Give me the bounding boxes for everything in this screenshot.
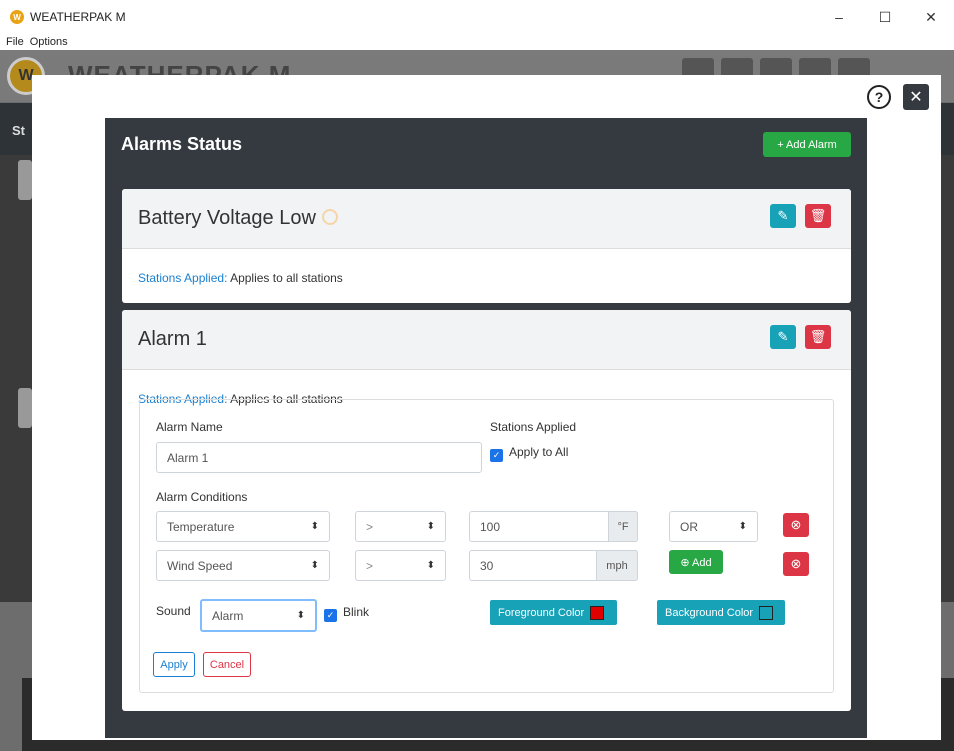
- condition-operator-select[interactable]: >: [355, 511, 446, 542]
- stations-applied-heading: Stations Applied: [490, 420, 577, 434]
- close-window-button[interactable]: ✕: [908, 0, 954, 34]
- close-modal-button[interactable]: ✕: [903, 84, 929, 110]
- alarm-name-label: Alarm Name: [156, 420, 223, 434]
- alarm-name: Battery Voltage Low: [138, 207, 338, 230]
- pencil-icon: ✎: [777, 208, 789, 223]
- minimize-button[interactable]: –: [816, 0, 862, 34]
- checkbox-checked-icon: ✓: [490, 449, 503, 462]
- alarm-card-header: Alarm 1 ✎ 🗑: [122, 310, 851, 370]
- app-logo-icon: W: [10, 10, 24, 24]
- add-condition-button[interactable]: ⊕ Add: [669, 550, 723, 574]
- maximize-button[interactable]: ☐: [862, 0, 908, 34]
- help-button[interactable]: ?: [867, 85, 891, 109]
- apply-to-all-checkbox[interactable]: ✓ Apply to All: [490, 445, 568, 462]
- menu-bar: File Options: [0, 34, 954, 50]
- foreground-color-swatch: [590, 605, 605, 620]
- menu-options[interactable]: Options: [30, 36, 68, 48]
- alarm-clock-icon: [321, 209, 338, 225]
- unit-addon: °F: [608, 511, 638, 542]
- alarm-conditions-label: Alarm Conditions: [156, 490, 248, 504]
- trash-icon: 🗑: [809, 329, 827, 344]
- condition-operator-select[interactable]: >: [355, 550, 446, 581]
- panel-title: Alarms Status: [121, 134, 243, 154]
- circle-x-icon: ⊗: [790, 517, 802, 532]
- apply-button[interactable]: Apply: [153, 652, 195, 677]
- add-alarm-button[interactable]: + Add Alarm: [763, 132, 851, 157]
- cancel-button[interactable]: Cancel: [203, 652, 251, 677]
- condition-value-input[interactable]: 100 °F: [469, 511, 638, 542]
- edit-alarm-button[interactable]: ✎: [770, 325, 796, 349]
- trash-icon: 🗑: [809, 208, 827, 223]
- remove-condition-button[interactable]: ⊗: [783, 513, 809, 537]
- pencil-icon: ✎: [777, 329, 789, 344]
- foreground-color-button[interactable]: Foreground Color: [490, 600, 617, 625]
- alarm-name-input[interactable]: Alarm 1: [156, 442, 482, 473]
- alarm-card: Alarm 1 ✎ 🗑 Stations Applied: Applies to…: [122, 310, 851, 711]
- stations-applied-value: Applies to all stations: [230, 271, 343, 285]
- background-color-swatch: [759, 605, 774, 620]
- edit-alarm-button[interactable]: ✎: [770, 204, 796, 228]
- checkbox-checked-icon: ✓: [324, 609, 337, 622]
- app-side-button: [18, 388, 32, 428]
- alarm-card-body: Stations Applied: Applies to all station…: [122, 249, 851, 285]
- background-color-button[interactable]: Background Color: [657, 600, 785, 625]
- unit-addon: mph: [596, 550, 638, 581]
- alarm-card-header: Battery Voltage Low ✎ 🗑: [122, 189, 851, 249]
- app-side-button: [18, 160, 32, 200]
- alarm-edit-form: Alarm Name Alarm 1 Stations Applied ✓ App…: [139, 399, 834, 693]
- condition-logic-select[interactable]: OR: [669, 511, 758, 542]
- nav-label: St: [12, 123, 25, 138]
- window-title: WEATHERPAK M: [30, 10, 126, 24]
- sound-select[interactable]: Alarm: [200, 599, 317, 632]
- blink-checkbox[interactable]: ✓ Blink: [324, 605, 369, 622]
- remove-condition-button[interactable]: ⊗: [783, 552, 809, 576]
- condition-field-select[interactable]: Temperature: [156, 511, 330, 542]
- circle-x-icon: ⊗: [790, 556, 802, 571]
- delete-alarm-button[interactable]: 🗑: [805, 204, 831, 228]
- condition-value-input[interactable]: 30 mph: [469, 550, 638, 581]
- alarm-name: Alarm 1: [138, 328, 207, 350]
- title-bar: W WEATHERPAK M – ☐ ✕: [0, 0, 954, 34]
- alarms-status-panel: Alarms Status + Add Alarm Battery Voltag…: [105, 118, 867, 738]
- sound-label: Sound: [156, 604, 191, 618]
- condition-field-select[interactable]: Wind Speed: [156, 550, 330, 581]
- alarm-card: Battery Voltage Low ✎ 🗑 Stations Applied…: [122, 189, 851, 303]
- stations-applied-label: Stations Applied:: [138, 271, 228, 285]
- delete-alarm-button[interactable]: 🗑: [805, 325, 831, 349]
- menu-file[interactable]: File: [6, 36, 24, 48]
